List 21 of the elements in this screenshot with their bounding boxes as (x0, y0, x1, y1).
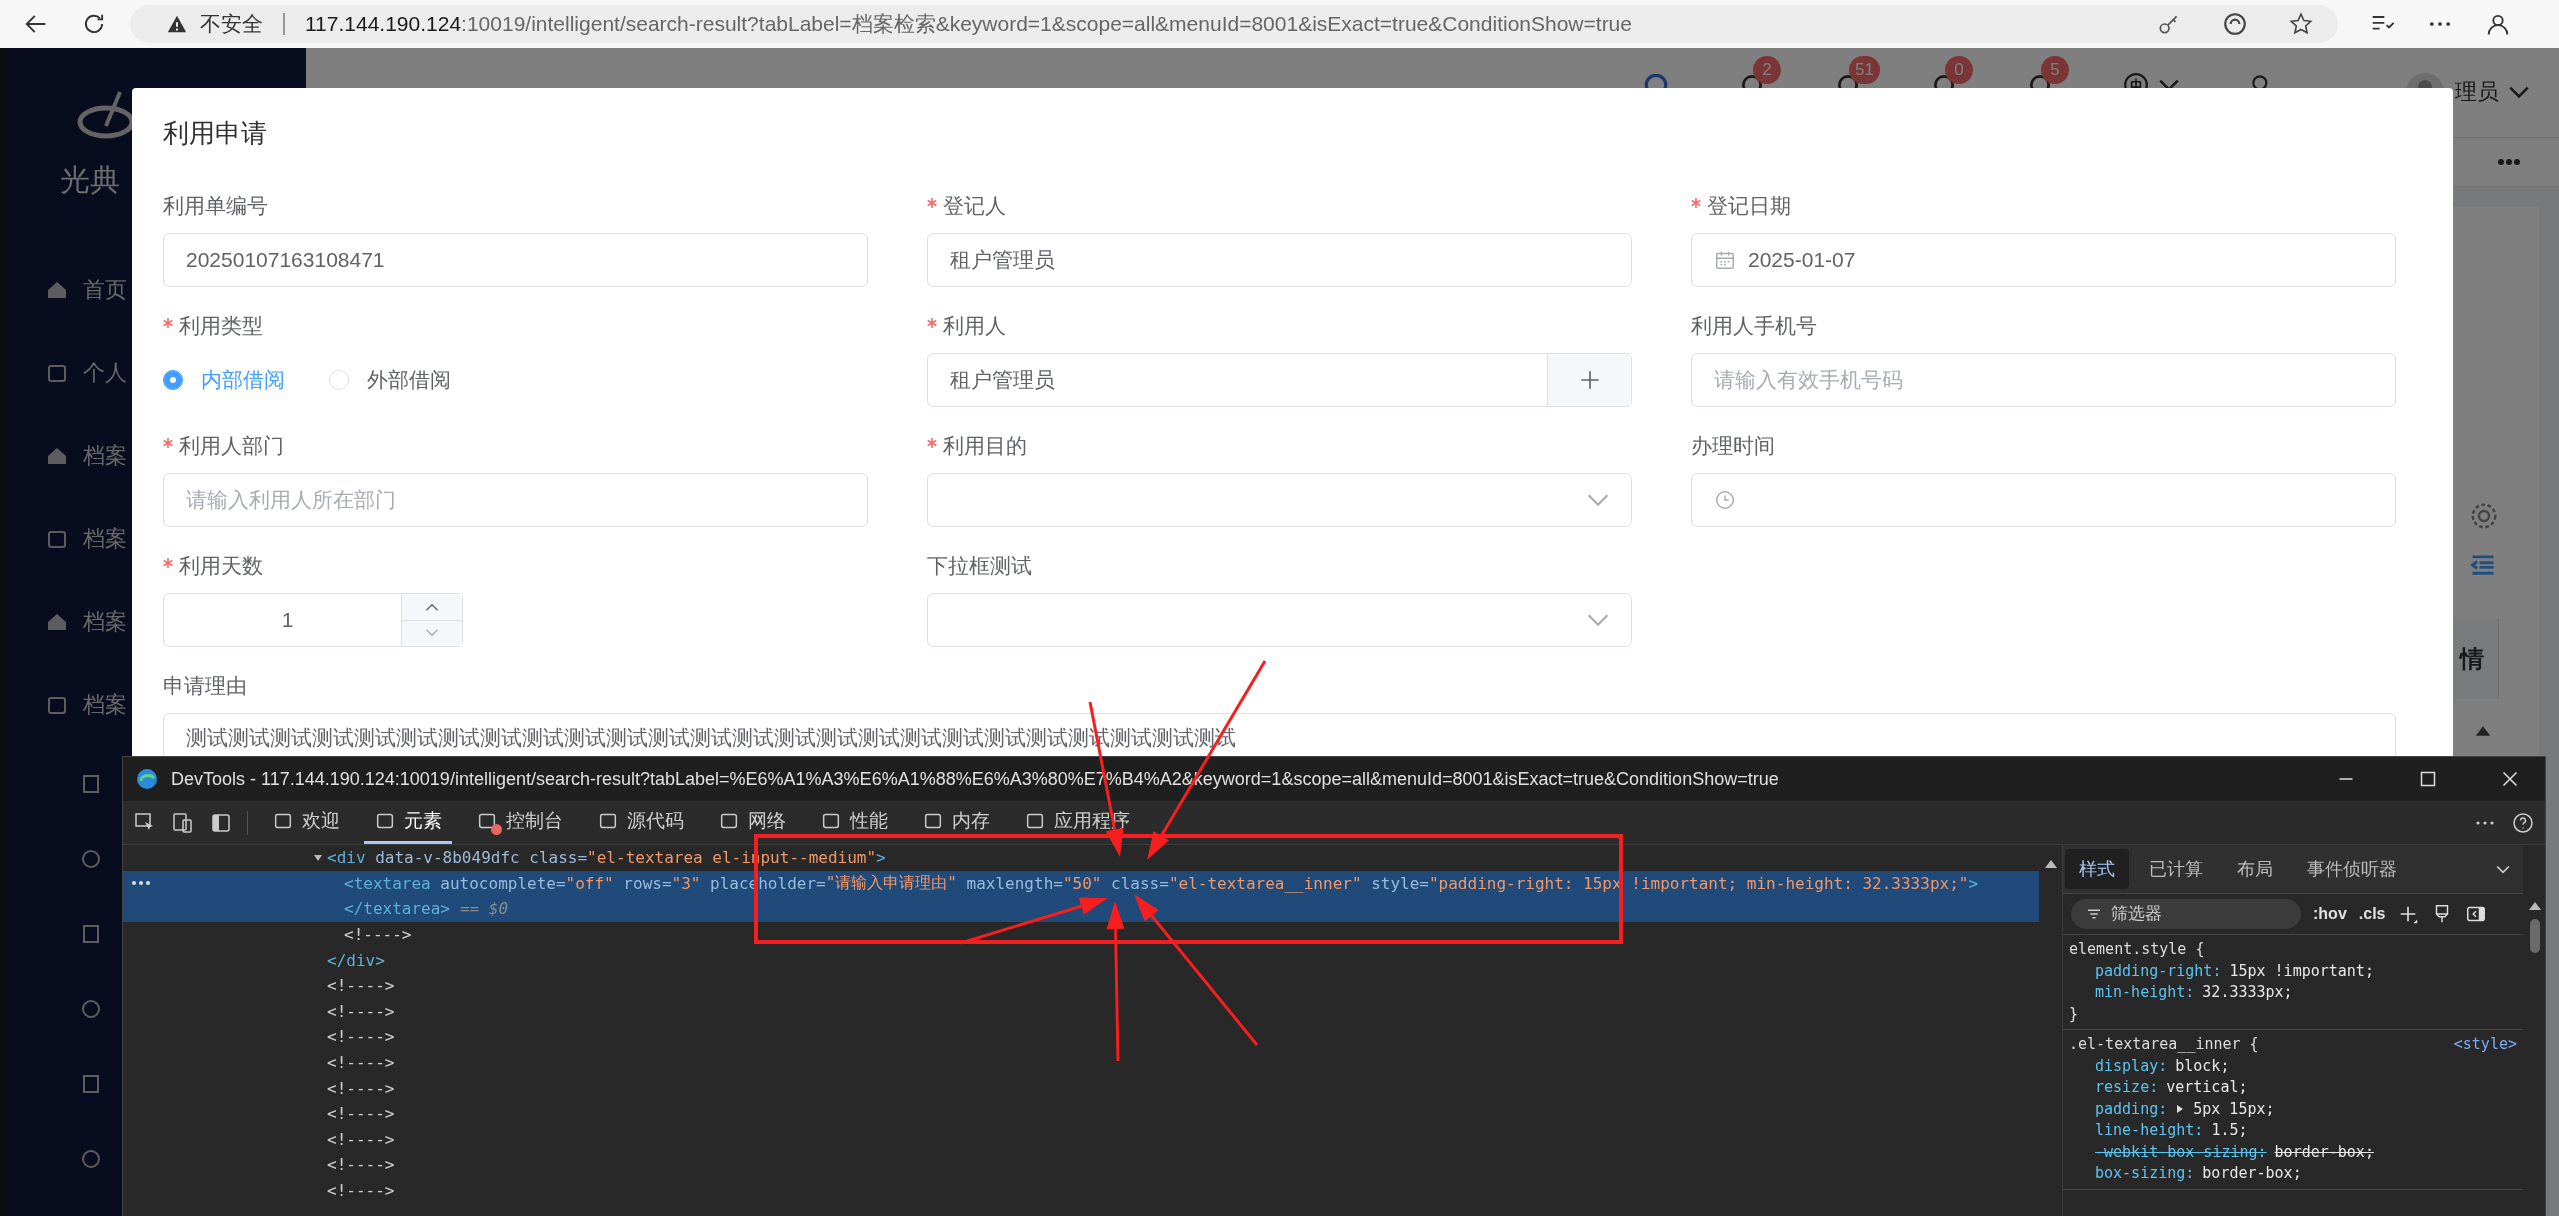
field-label: 利用单编号 (163, 193, 268, 219)
dialog-title: 利用申请 (163, 118, 268, 148)
field-label: 利用人 (943, 313, 1006, 339)
field-label: 利用类型 (179, 313, 263, 339)
css-selector: element.style { (2069, 939, 2205, 960)
count-badge: 5 (2041, 56, 2069, 84)
count-badge: 2 (1753, 56, 1781, 84)
field-label: 申请理由 (163, 673, 247, 699)
css-brace: } (2069, 1003, 2079, 1025)
field-label: 办理时间 (1691, 433, 1775, 459)
brand-name: 光典 (60, 165, 121, 195)
field-label: 利用人手机号 (1691, 313, 1817, 339)
field-label: 利用人部门 (179, 433, 284, 459)
count-badge: 0 (1945, 56, 1973, 84)
field-label: 登记人 (943, 193, 1006, 219)
field-label: 登记日期 (1707, 193, 1791, 219)
field-label: 下拉框测试 (927, 553, 1032, 579)
field-label: 利用天数 (179, 553, 263, 579)
count-badge: 51 (1849, 56, 1880, 84)
field-label: 利用目的 (943, 433, 1027, 459)
css-selector: .el-textarea__inner { (2069, 1034, 2259, 1055)
